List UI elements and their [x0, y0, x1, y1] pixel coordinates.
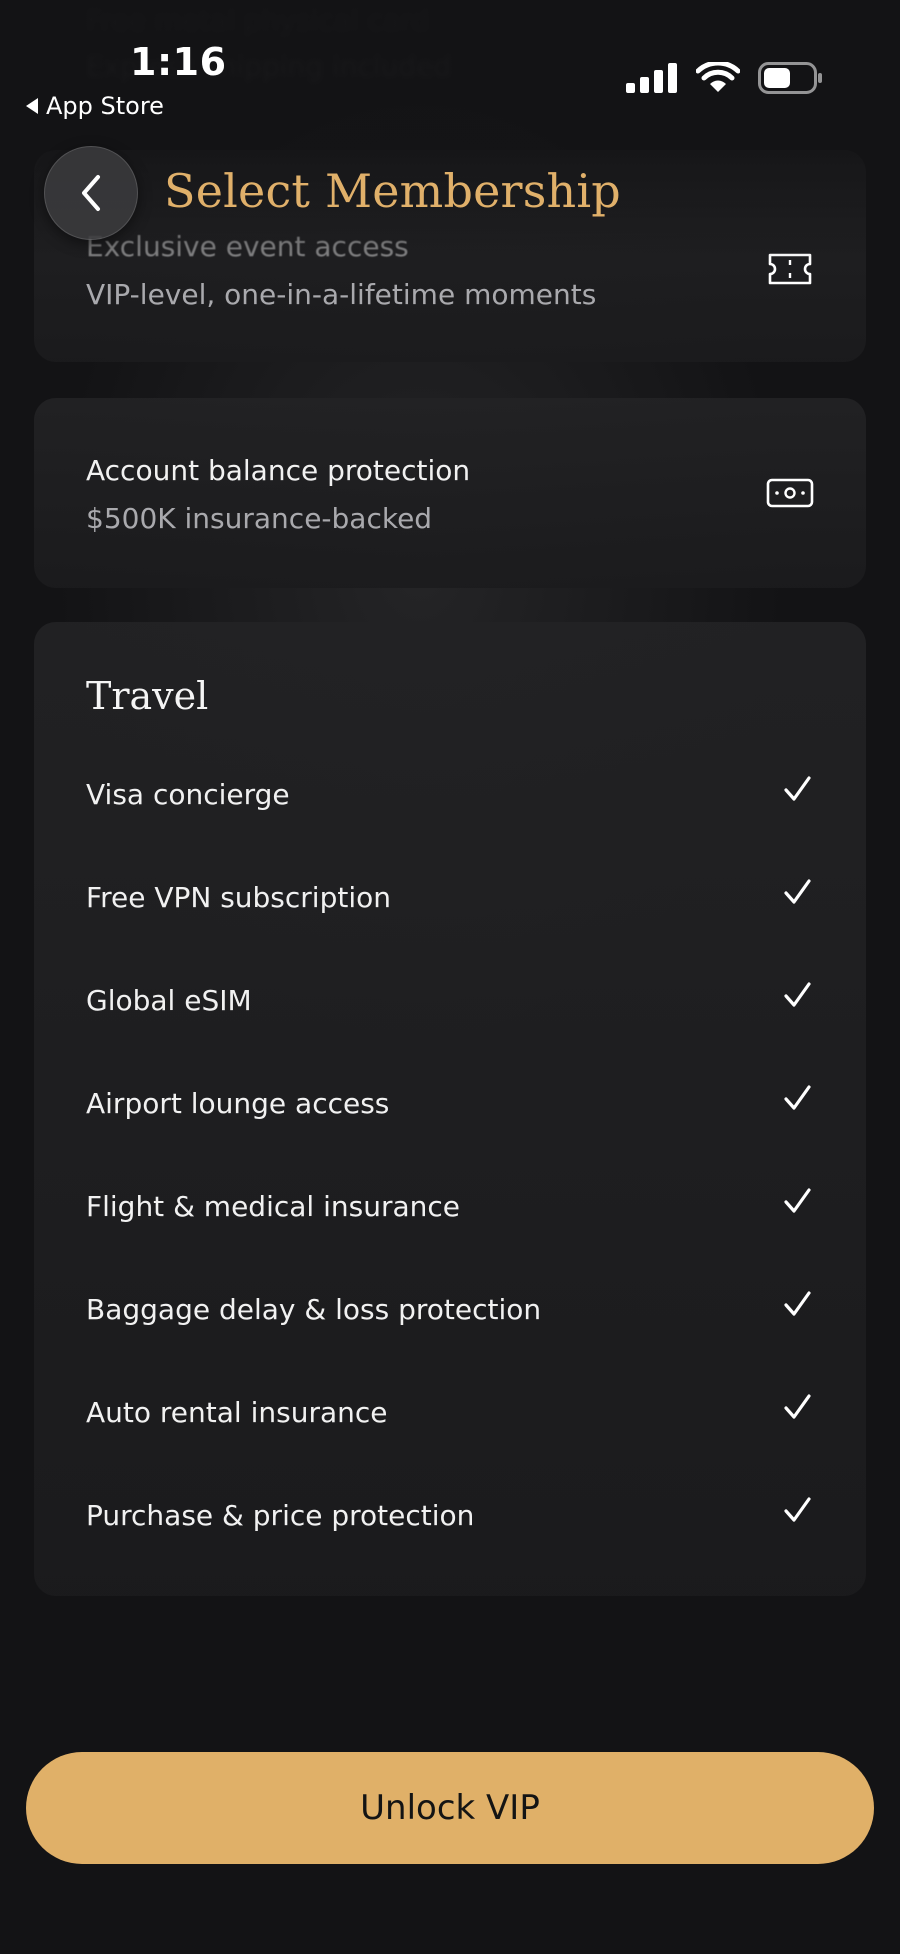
feature-name: Account balance protection: [86, 454, 471, 487]
list-item-label: Purchase & price protection: [86, 1499, 475, 1532]
feature-subtitle: VIP-level, one-in-a-lifetime moments: [86, 278, 597, 311]
chevron-left-icon: [82, 175, 100, 211]
checkmark-icon: [780, 1287, 814, 1325]
list-item: Flight & medical insurance: [86, 1176, 814, 1236]
checkmark-icon: [780, 1493, 814, 1531]
list-item-label: Free VPN subscription: [86, 881, 391, 914]
list-item: Purchase & price protection: [86, 1485, 814, 1545]
checkmark-icon: [780, 1081, 814, 1119]
section-title: Travel: [86, 674, 209, 718]
travel-card: Travel Visa concierge Free VPN subscript…: [34, 622, 866, 1596]
list-item: Airport lounge access: [86, 1073, 814, 1133]
checkmark-icon: [780, 875, 814, 913]
system-icons: [626, 62, 824, 94]
back-app-label: App Store: [46, 92, 164, 120]
feature-card-balance-protection: Account balance protection $500K insuran…: [34, 398, 866, 588]
signal-icon: [626, 63, 677, 93]
list-item-label: Auto rental insurance: [86, 1396, 388, 1429]
list-item: Baggage delay & loss protection: [86, 1279, 814, 1339]
wifi-icon: [696, 62, 740, 92]
back-triangle-icon: [26, 98, 38, 114]
list-item-label: Flight & medical insurance: [86, 1190, 460, 1223]
unlock-vip-button[interactable]: Unlock VIP: [26, 1752, 874, 1864]
status-time: 1:16: [130, 40, 227, 84]
page-header: Select Membership: [0, 140, 900, 250]
battery-icon: [758, 62, 822, 94]
list-item-label: Baggage delay & loss protection: [86, 1293, 542, 1326]
ticket-icon: [766, 252, 814, 290]
list-item-label: Airport lounge access: [86, 1087, 390, 1120]
list-item-label: Global eSIM: [86, 984, 252, 1017]
feature-subtitle: $500K insurance-backed: [86, 502, 433, 535]
list-item: Free VPN subscription: [86, 867, 814, 927]
checkmark-icon: [780, 978, 814, 1016]
checkmark-icon: [780, 772, 814, 810]
back-to-app-link[interactable]: App Store: [26, 92, 164, 120]
list-item: Global eSIM: [86, 970, 814, 1030]
status-bar: 1:16 App Store: [0, 0, 900, 130]
checkmark-icon: [780, 1390, 814, 1428]
page-title: Select Membership: [164, 164, 621, 218]
list-item-label: Visa concierge: [86, 778, 290, 811]
checkmark-icon: [780, 1184, 814, 1222]
cash-icon: [766, 478, 814, 512]
back-button[interactable]: [44, 146, 138, 240]
list-item: Visa concierge: [86, 764, 814, 824]
list-item: Auto rental insurance: [86, 1382, 814, 1442]
